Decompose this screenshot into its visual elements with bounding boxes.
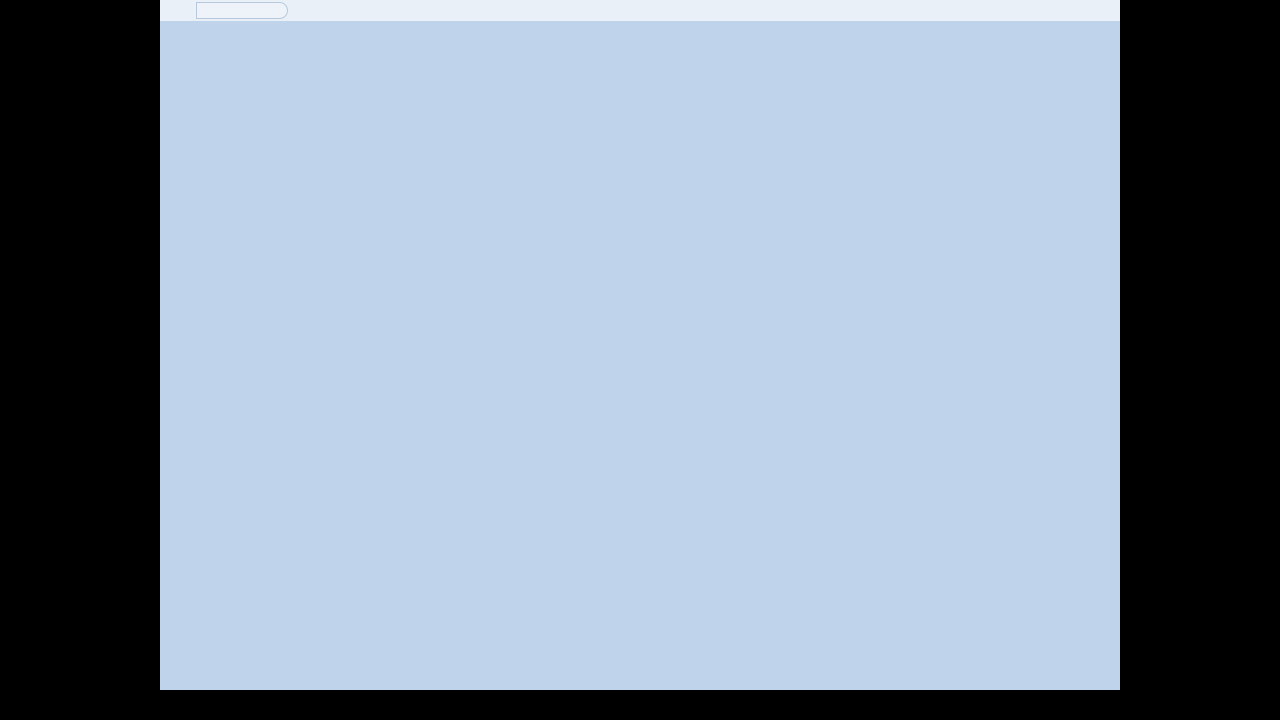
title-bar <box>160 0 1120 21</box>
desktop <box>0 0 1280 720</box>
quick-access-toolbar <box>196 2 288 19</box>
word-window <box>160 0 1120 690</box>
